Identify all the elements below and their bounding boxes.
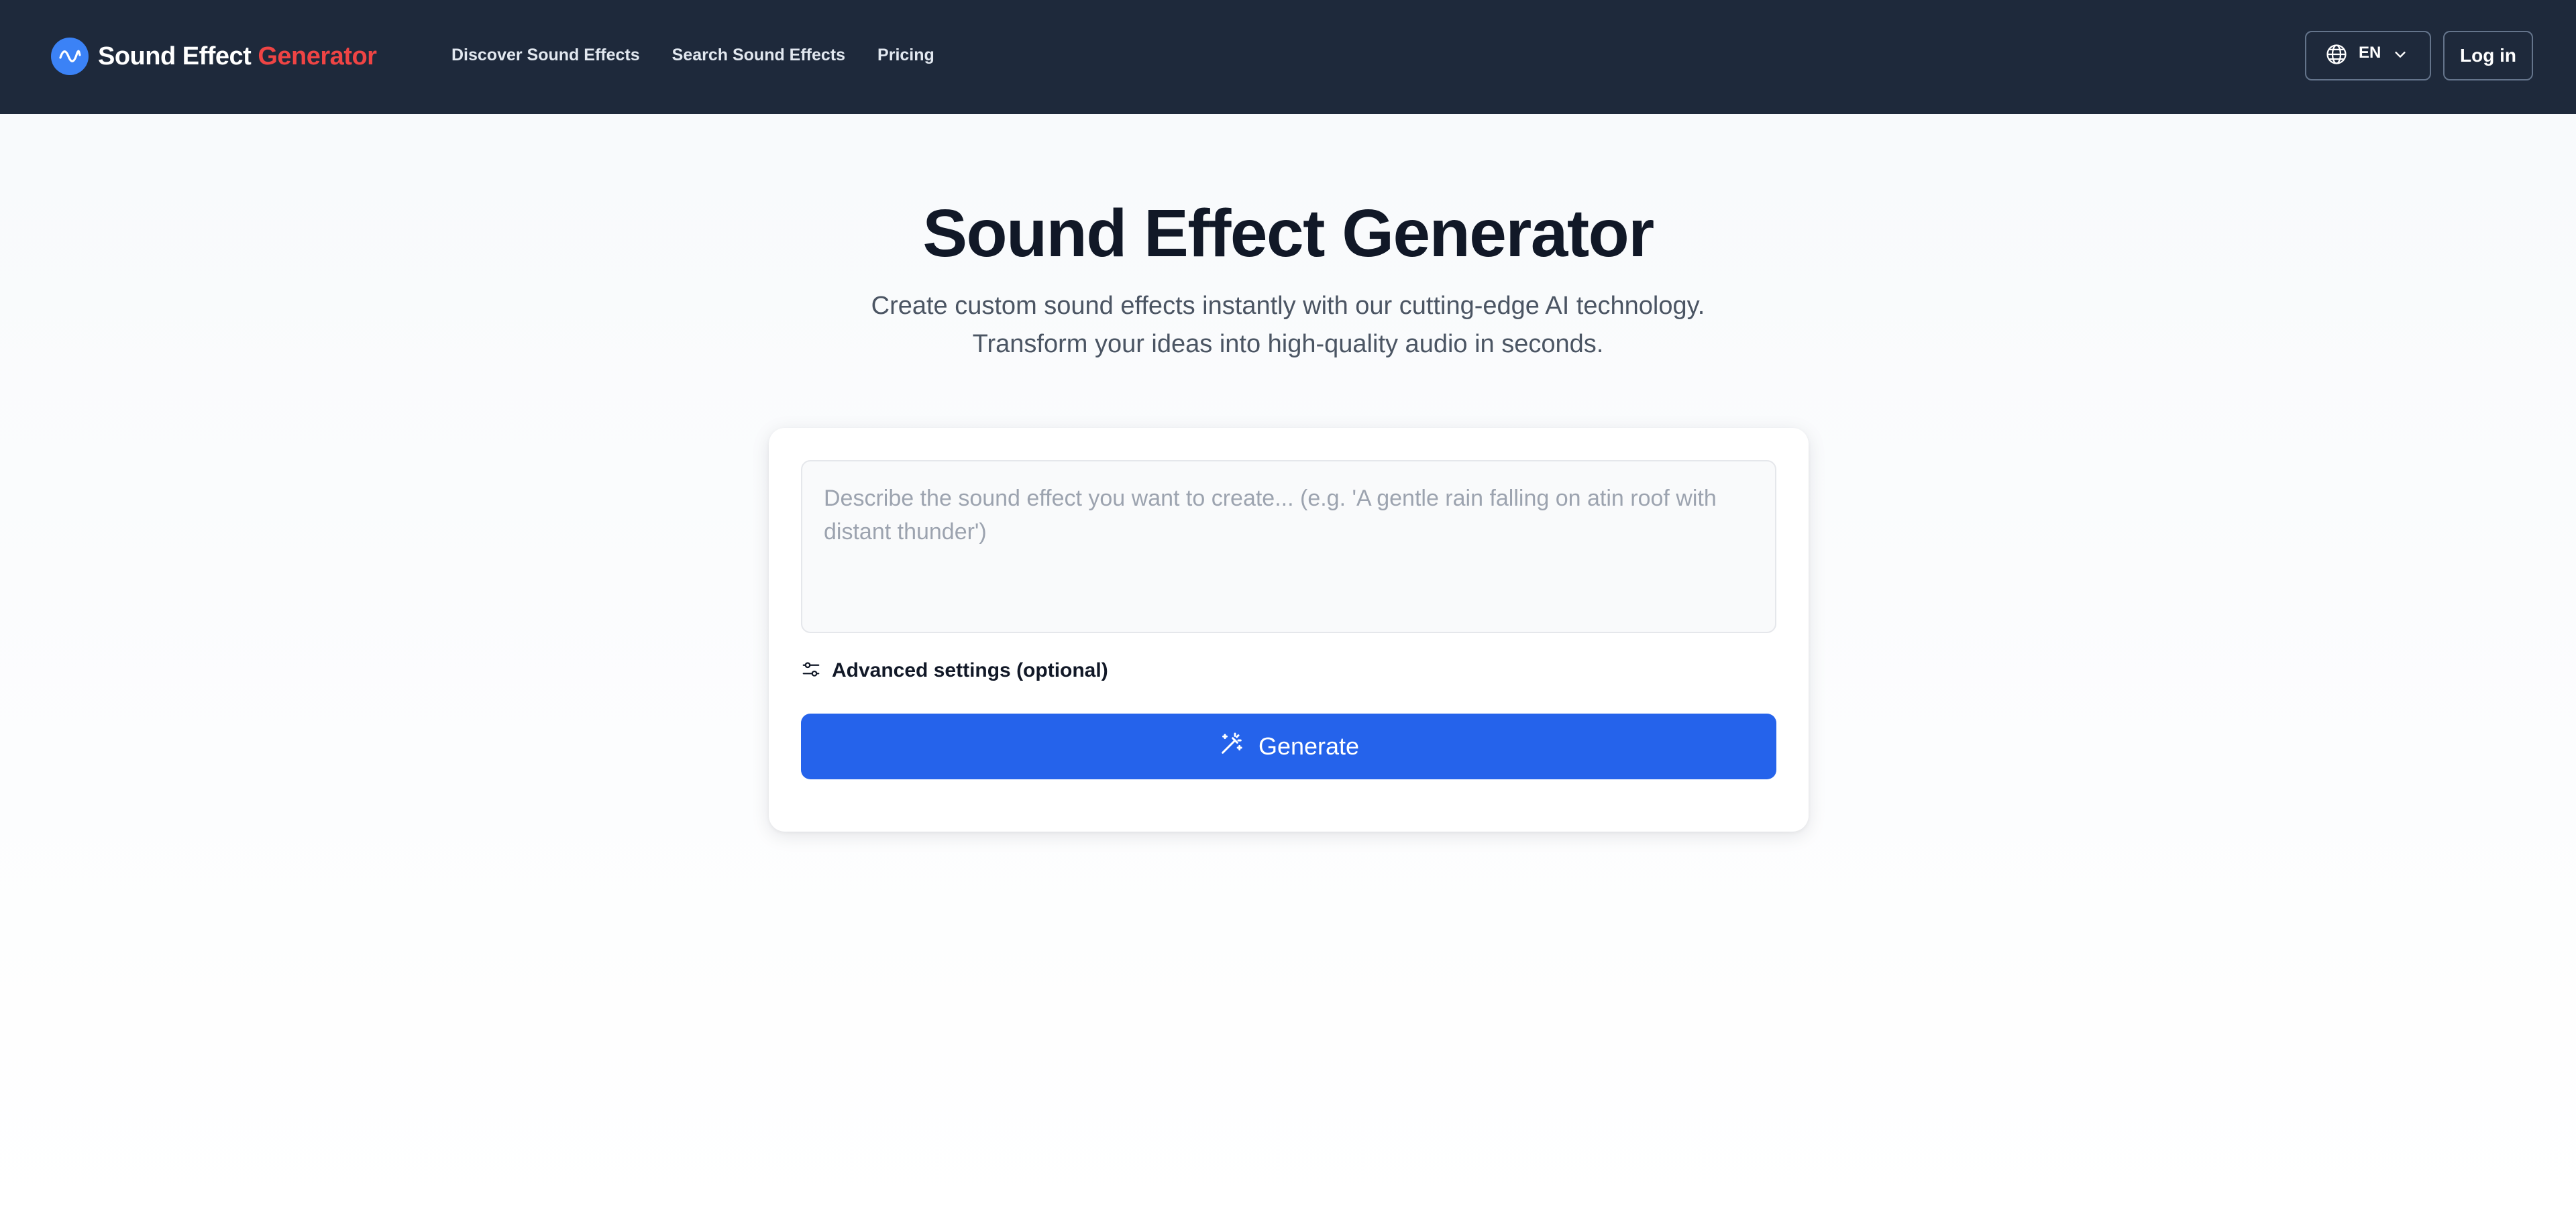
nav-link-pricing[interactable]: Pricing <box>877 43 934 67</box>
brand-name-primary: Sound Effect <box>98 42 252 70</box>
sound-description-input[interactable] <box>801 460 1776 633</box>
page-title: Sound Effect Generator <box>922 196 1654 271</box>
subtitle-line-2: Transform your ideas into high-quality a… <box>972 330 1604 358</box>
advanced-settings-label: Advanced settings (optional) <box>832 659 1108 681</box>
brand-logo-link[interactable]: Sound Effect Generator <box>51 36 377 76</box>
generate-button[interactable]: Generate <box>801 714 1776 779</box>
subtitle-line-1: Create custom sound effects instantly wi… <box>871 292 1705 320</box>
nav-link-search[interactable]: Search Sound Effects <box>672 43 845 67</box>
waveform-icon <box>51 38 89 75</box>
main-nav: Discover Sound Effects Search Sound Effe… <box>451 43 967 67</box>
brand-name-accent: Generator <box>258 42 377 70</box>
page-subtitle: Create custom sound effects instantly wi… <box>0 287 2576 364</box>
generator-card: Advanced settings (optional) Generate <box>769 428 1809 832</box>
nav-link-discover[interactable]: Discover Sound Effects <box>451 43 640 67</box>
language-code: EN <box>2359 44 2381 62</box>
top-navigation-bar: Sound Effect Generator Discover Sound Eff… <box>0 0 2576 114</box>
chevron-down-icon <box>2393 47 2408 65</box>
generate-button-label: Generate <box>1258 732 1360 760</box>
magic-wand-icon <box>1218 730 1245 763</box>
globe-icon <box>2325 43 2348 69</box>
advanced-settings-toggle[interactable]: Advanced settings (optional) <box>801 655 1108 687</box>
brand-name: Sound Effect Generator <box>98 42 377 71</box>
login-button[interactable]: Log in <box>2443 31 2533 80</box>
sliders-icon <box>801 659 821 683</box>
language-selector[interactable]: EN <box>2305 31 2431 80</box>
main-content: Sound Effect Generator Create custom sou… <box>0 114 2576 1228</box>
